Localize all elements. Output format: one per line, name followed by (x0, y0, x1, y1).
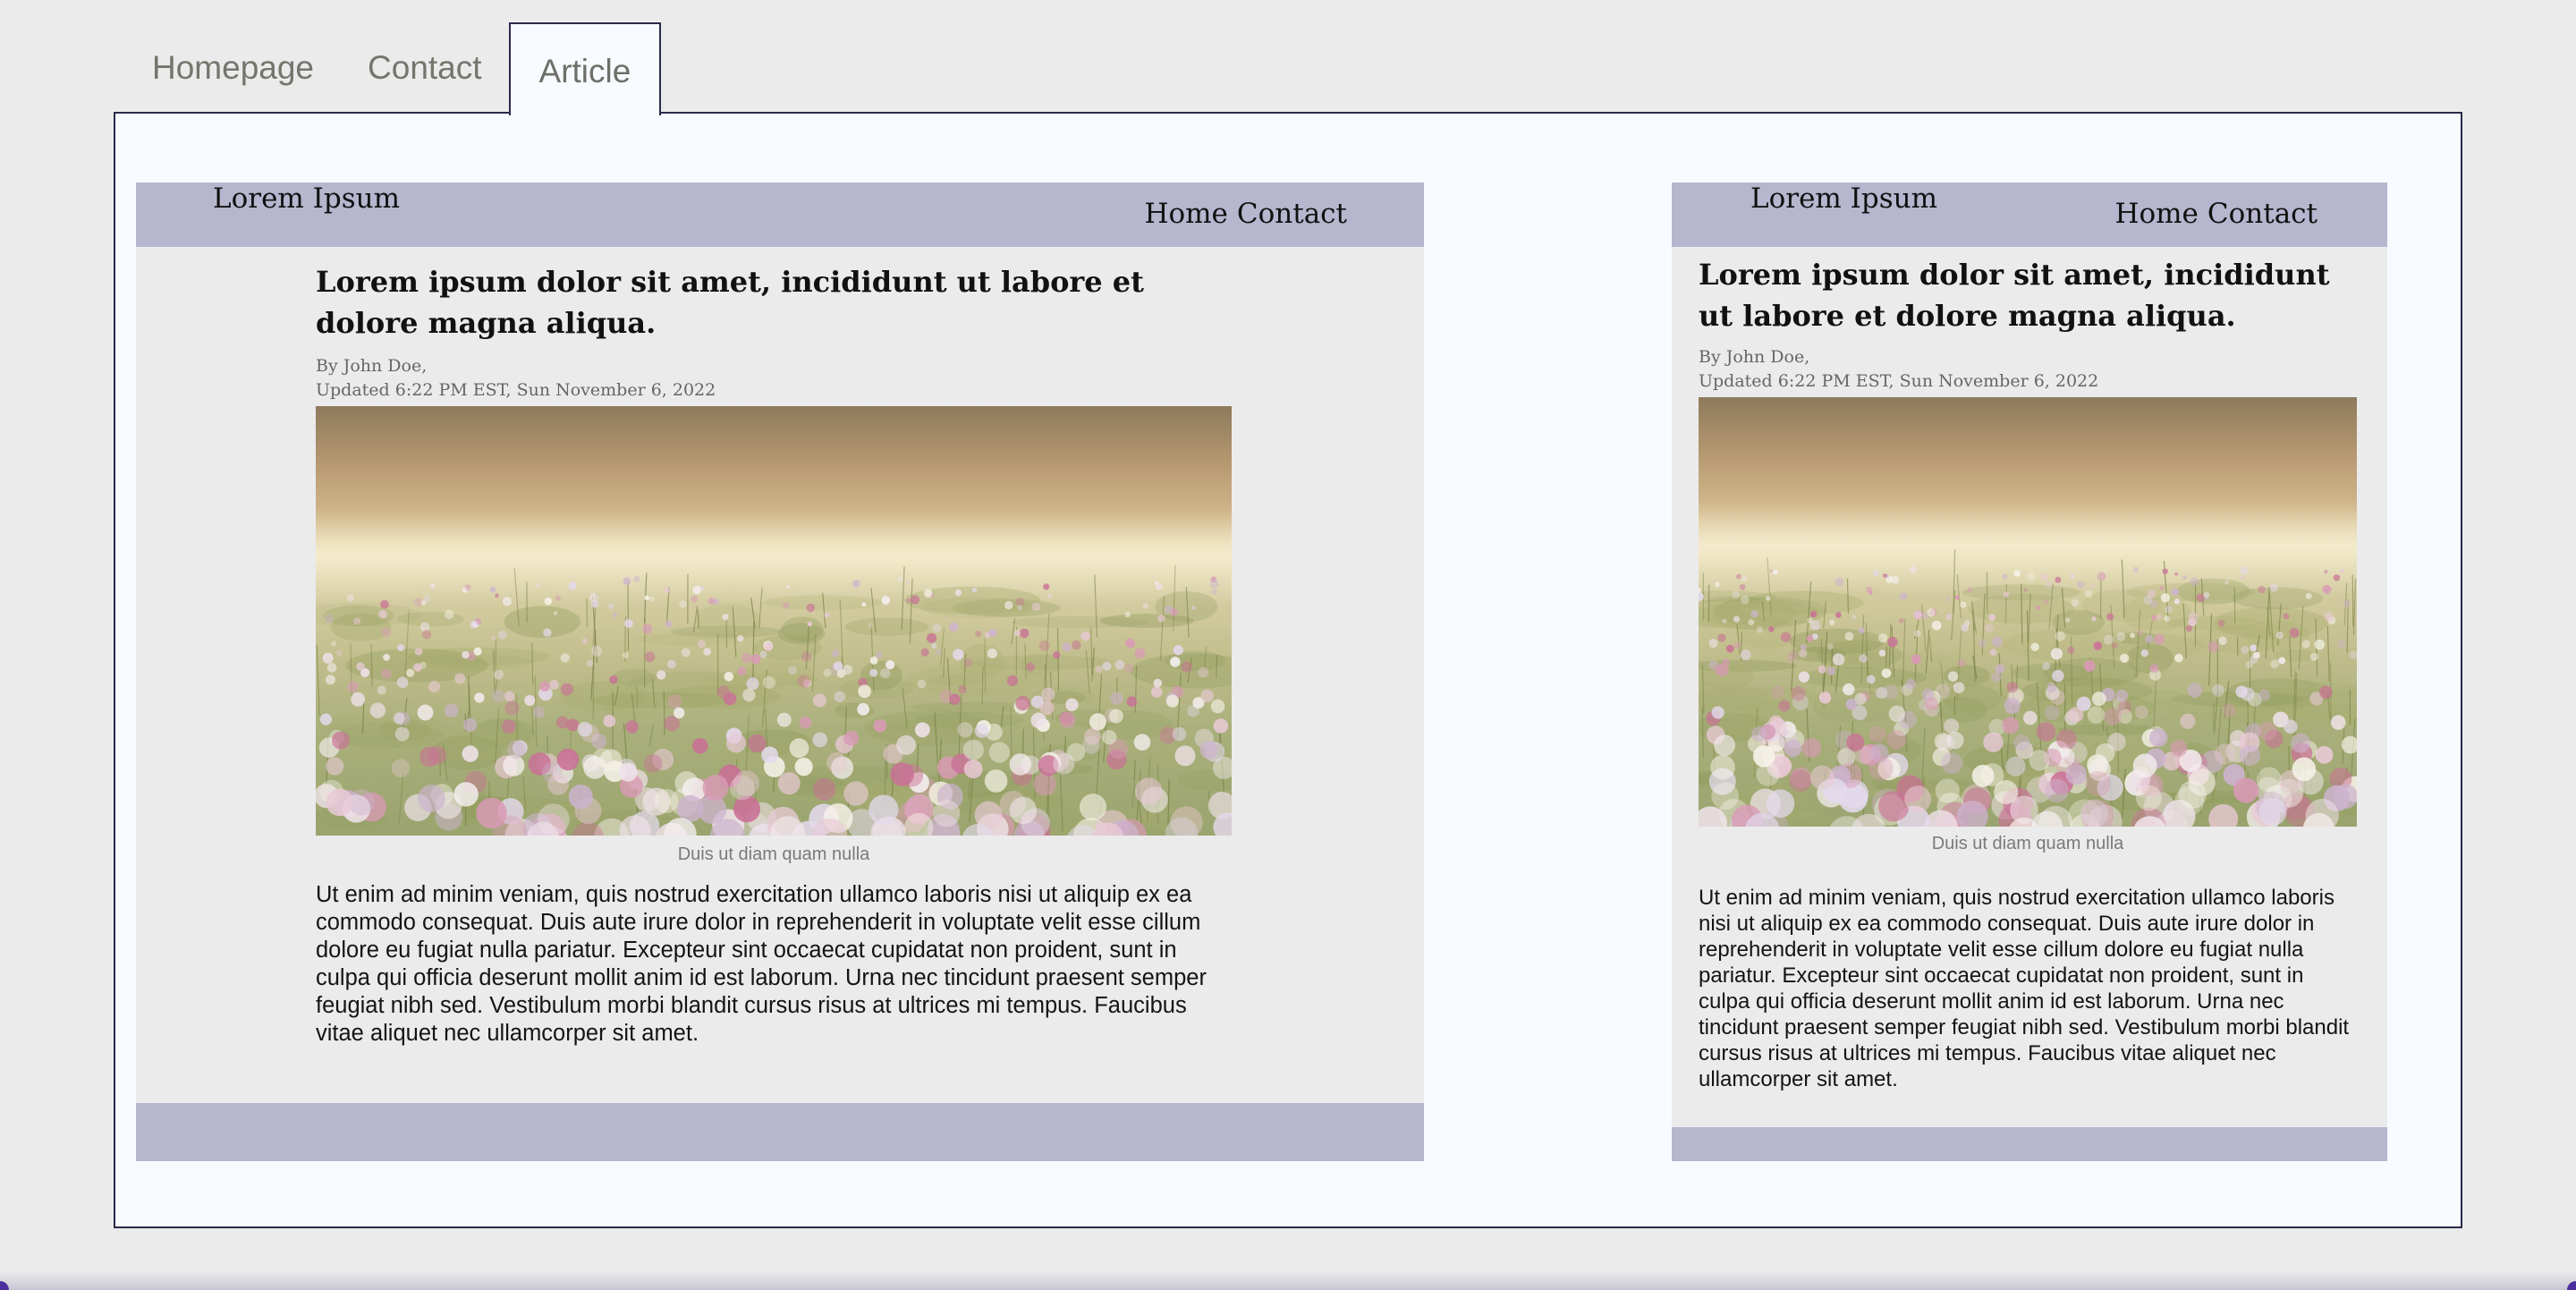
article-preview-desktop: Lorem Ipsum Home Contact Lorem ipsum dol… (136, 182, 1424, 1161)
article-preview-mobile: Lorem Ipsum Home Contact Lorem ipsum dol… (1672, 182, 2387, 1161)
article-updated: Updated 6:22 PM EST, Sun November 6, 202… (1699, 371, 2099, 391)
tab-article-label: Article (538, 53, 631, 89)
article-headline: Lorem ipsum dolor sit amet, incididunt u… (1699, 258, 2330, 333)
flower-field-image (1699, 548, 2357, 827)
tab-article[interactable]: Article (508, 22, 662, 115)
tab-bar: Homepage Contact Article (125, 21, 662, 115)
site-footer (1672, 1127, 2387, 1161)
tab-homepage-label: Homepage (152, 48, 315, 86)
nav-contact-link[interactable]: Contact (1237, 198, 1347, 230)
article-author: By John Doe, (316, 356, 428, 376)
article-photo (1699, 397, 2357, 827)
article-author: By John Doe, (1699, 347, 1810, 367)
tab-panel: Lorem Ipsum Home Contact Lorem ipsum dol… (114, 112, 2462, 1228)
article-content: Lorem ipsum dolor sit amet, incididunt u… (316, 261, 1237, 1048)
nav-home-link[interactable]: Home (1144, 198, 1227, 230)
site-footer (136, 1103, 1424, 1161)
site-header: Lorem Ipsum Home Contact (1672, 182, 2387, 247)
nav-contact-link[interactable]: Contact (2207, 198, 2318, 230)
site-nav: Home Contact (1144, 198, 1347, 230)
article-headline: Lorem ipsum dolor sit amet, incididunt u… (316, 265, 1144, 340)
site-nav: Home Contact (2114, 198, 2318, 230)
site-header: Lorem Ipsum Home Contact (136, 182, 1424, 247)
tab-contact-label: Contact (368, 48, 482, 86)
article-photo (316, 406, 1232, 836)
site-title: Lorem Ipsum (213, 182, 401, 215)
article-content: Lorem ipsum dolor sit amet, incididunt u… (1699, 254, 2360, 1092)
article-body: Ut enim ad minim veniam, quis nostrud ex… (316, 882, 1207, 1046)
photo-caption: Duis ut diam quam nulla (1931, 834, 2124, 853)
article-byline: By John Doe, Updated 6:22 PM EST, Sun No… (316, 354, 1237, 403)
article-body: Ut enim ad minim veniam, quis nostrud ex… (1699, 886, 2350, 1091)
photo-caption: Duis ut diam quam nulla (677, 844, 870, 864)
article-updated: Updated 6:22 PM EST, Sun November 6, 202… (316, 380, 716, 400)
flower-field-image (316, 564, 1232, 836)
window-bottom-shadow (0, 1270, 2576, 1290)
article-byline: By John Doe, Updated 6:22 PM EST, Sun No… (1699, 345, 2360, 394)
tab-homepage[interactable]: Homepage (125, 21, 341, 114)
nav-home-link[interactable]: Home (2114, 198, 2198, 230)
tab-contact[interactable]: Contact (341, 21, 509, 114)
site-title: Lorem Ipsum (1750, 182, 1938, 215)
